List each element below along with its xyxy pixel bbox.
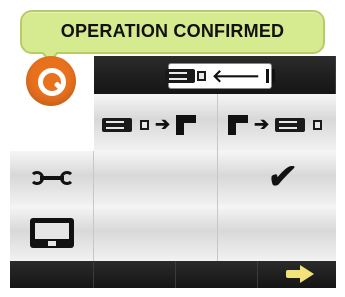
confirm-cell[interactable]: ✔ [218, 151, 336, 206]
next-button[interactable] [258, 261, 336, 288]
monitor-button[interactable] [10, 206, 94, 261]
bottom-cell-3 [176, 261, 258, 288]
arrow-right-icon: ➔ [254, 114, 270, 134]
usb-to-copy-icon: ➔ [102, 114, 197, 135]
confirmation-banner: OPERATION CONFIRMED [20, 10, 325, 54]
bottom-row [10, 261, 336, 288]
usb-plug-icon [164, 69, 206, 83]
bottom-cell-1 [10, 261, 94, 288]
tools-middle-cell [94, 151, 218, 206]
copy-frame-icon [176, 114, 197, 135]
usb-plug-icon [275, 117, 306, 132]
arrow-left-icon: 🡐 [211, 65, 261, 86]
usb-connector-icon [140, 119, 149, 130]
tools-row: ✔ [10, 151, 336, 206]
pause-icon [266, 69, 276, 83]
monitor-row [10, 206, 336, 261]
monitor-middle-cell [94, 206, 218, 261]
usb-plug-icon [102, 117, 132, 132]
arrow-right-icon: ➔ [155, 114, 171, 134]
top-row: 🡐 [10, 56, 336, 106]
usb-to-copy-cell[interactable]: ➔ [94, 94, 218, 151]
copy-to-usb-icon: ➔ [228, 114, 323, 135]
app-screen: OPERATION CONFIRMED 🡐 ➔ ➔ ✔ [0, 0, 345, 297]
usb-transfer-status[interactable]: 🡐 [164, 63, 276, 89]
bottom-cell-2 [94, 261, 176, 288]
monitor-right-cell [218, 206, 336, 261]
banner-text: OPERATION CONFIRMED [60, 21, 285, 41]
monitor-icon [30, 218, 74, 248]
tools-button[interactable] [10, 151, 94, 206]
next-arrow-icon [286, 265, 316, 283]
wrench-icon [30, 171, 74, 185]
main-panel: 🡐 ➔ ➔ ✔ [10, 56, 336, 288]
usb-connector-icon [313, 119, 323, 130]
checkmark-icon: ✔ [265, 158, 300, 196]
copy-frame-icon [228, 114, 248, 135]
copy-to-usb-cell[interactable]: ➔ [218, 94, 336, 151]
search-logo-icon[interactable] [26, 56, 76, 106]
